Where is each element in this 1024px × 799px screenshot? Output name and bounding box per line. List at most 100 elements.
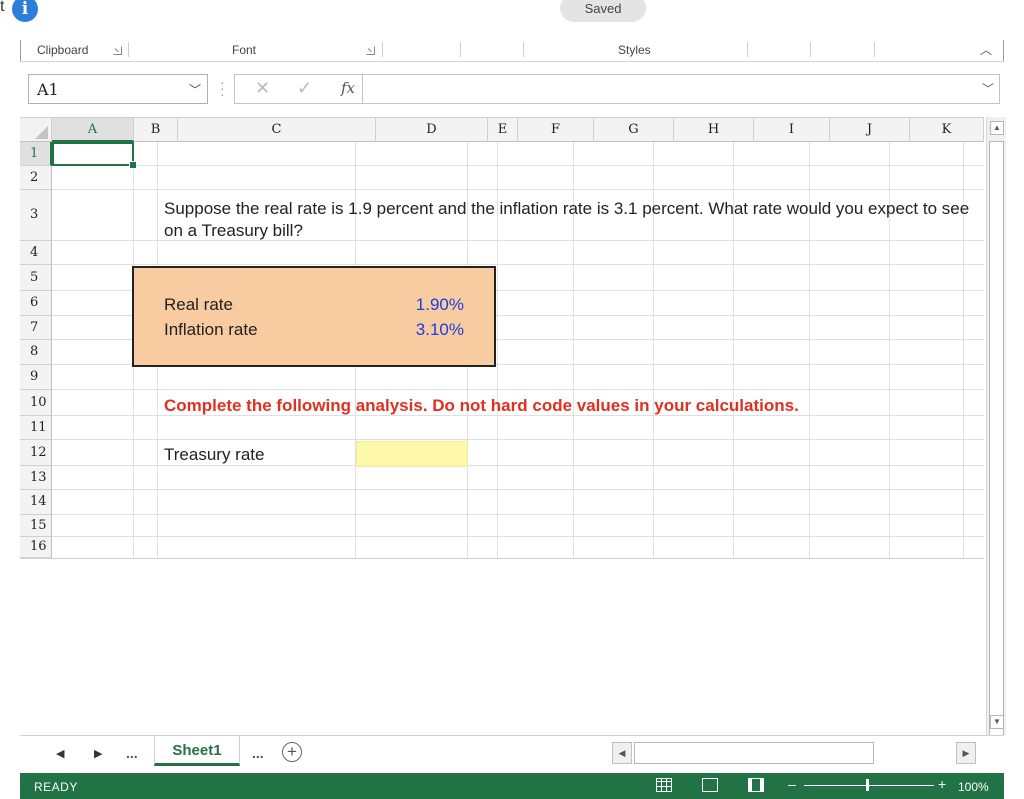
zoom-in-icon[interactable]: +	[938, 776, 946, 792]
ribbon-collapsed: Clipboard Font Styles ︿	[20, 40, 1004, 62]
scroll-left-icon[interactable]: ◀	[612, 742, 632, 764]
name-box[interactable]: A1 ﹀	[28, 74, 208, 104]
grid-line	[52, 389, 984, 390]
font-launcher-icon[interactable]	[366, 46, 375, 55]
enter-icon[interactable]: ✓	[297, 78, 312, 99]
input-panel	[132, 266, 496, 367]
ribbon-separator	[747, 42, 748, 57]
next-sheet-icon[interactable]: ▶	[94, 747, 102, 760]
row-header-4[interactable]: 4	[20, 241, 52, 265]
real-rate-value[interactable]: 1.90%	[384, 295, 464, 315]
scroll-right-icon[interactable]: ▶	[956, 742, 976, 764]
active-cell-a1[interactable]	[52, 142, 137, 169]
row-header-14[interactable]: 14	[20, 490, 52, 515]
column-header-d[interactable]: D	[376, 118, 488, 142]
empty-sheet-area	[20, 558, 984, 738]
column-headers: A B C D E F G H I J K	[20, 117, 984, 142]
column-header-g[interactable]: G	[594, 118, 674, 142]
column-header-h[interactable]: H	[674, 118, 754, 142]
more-sheets-right[interactable]: ...	[252, 745, 264, 761]
grid-line	[52, 514, 984, 515]
row-header-11[interactable]: 11	[20, 416, 52, 440]
column-header-c[interactable]: C	[178, 118, 376, 142]
grid-line	[52, 439, 984, 440]
column-header-i[interactable]: I	[754, 118, 830, 142]
instruction-text: Complete the following analysis. Do not …	[164, 396, 799, 415]
zoom-slider[interactable]	[804, 785, 934, 786]
zoom-level[interactable]: 100%	[958, 780, 989, 794]
status-bar: READY – + 100%	[20, 773, 1004, 799]
zoom-out-icon[interactable]: –	[788, 776, 796, 792]
formula-expand-icon[interactable]: ﹀	[982, 80, 994, 97]
info-icon[interactable]: i	[12, 0, 38, 22]
status-mode: READY	[34, 780, 78, 794]
normal-view-icon[interactable]	[656, 778, 672, 792]
row-header-13[interactable]: 13	[20, 466, 52, 490]
row-header-1[interactable]: 1	[20, 142, 52, 166]
column-header-k[interactable]: K	[910, 118, 984, 142]
row-header-3[interactable]: 3	[20, 190, 52, 241]
sheet-tab-bar: ◀ ▶ ... Sheet1 ... + ◀ ▶	[20, 735, 1004, 773]
add-sheet-icon[interactable]: +	[282, 742, 302, 762]
row-header-7[interactable]: 7	[20, 316, 52, 340]
question-text: Suppose the real rate is 1.9 percent and…	[164, 199, 970, 240]
clipboard-launcher-icon[interactable]	[113, 46, 122, 55]
real-rate-label: Real rate	[164, 295, 233, 314]
grid-line	[52, 465, 984, 466]
cancel-icon[interactable]: ✕	[255, 78, 270, 99]
row-header-8[interactable]: 8	[20, 340, 52, 365]
grid-line	[52, 264, 984, 265]
row-header-12[interactable]: 12	[20, 440, 52, 466]
previous-sheet-icon[interactable]: ◀	[56, 747, 64, 760]
ribbon-group-clipboard[interactable]: Clipboard	[37, 43, 88, 57]
vertical-scrollbar[interactable]: ▲ ▼	[986, 117, 1006, 737]
treasury-rate-label: Treasury rate	[164, 445, 265, 464]
ribbon-group-styles[interactable]: Styles	[618, 43, 651, 57]
insert-function-icon[interactable]: fx	[341, 79, 355, 97]
horizontal-scrollbar[interactable]: ◀ ▶	[612, 742, 984, 764]
name-box-value: A1	[37, 80, 59, 99]
formula-input[interactable]	[362, 74, 1000, 104]
page-break-view-icon[interactable]	[748, 778, 764, 792]
column-header-j[interactable]: J	[830, 118, 910, 142]
formula-buttons: ✕ ✓ fx	[234, 74, 374, 104]
row-header-6[interactable]: 6	[20, 291, 52, 316]
scroll-down-icon[interactable]: ▼	[990, 715, 1004, 729]
horizontal-scroll-thumb[interactable]	[634, 742, 874, 764]
ribbon-separator	[382, 42, 383, 57]
row-header-2[interactable]: 2	[20, 166, 52, 190]
chevron-down-icon[interactable]: ﹀	[189, 81, 201, 98]
row-header-10[interactable]: 10	[20, 390, 52, 416]
row-header-5[interactable]: 5	[20, 265, 52, 291]
page-layout-view-icon[interactable]	[702, 778, 718, 792]
inflation-rate-value[interactable]: 3.10%	[384, 320, 464, 340]
zoom-slider-thumb[interactable]	[866, 779, 869, 791]
ribbon-separator	[810, 42, 811, 57]
ribbon-group-font[interactable]: Font	[232, 43, 256, 57]
formula-bar-grip-icon[interactable]: · · ·	[220, 75, 225, 101]
sheet-tab-sheet1[interactable]: Sheet1	[154, 736, 240, 766]
grid-line	[52, 489, 984, 490]
vertical-scroll-thumb[interactable]	[989, 141, 1004, 737]
saved-status: Saved	[560, 0, 646, 22]
ribbon-separator	[874, 42, 875, 57]
column-header-a[interactable]: A	[52, 118, 134, 142]
ribbon-separator	[460, 42, 461, 57]
formula-bar: A1 ﹀ · · · ✕ ✓ fx ﹀	[20, 62, 1004, 118]
scroll-up-icon[interactable]: ▲	[990, 121, 1004, 135]
more-sheets-left[interactable]: ...	[126, 745, 138, 761]
column-header-b[interactable]: B	[134, 118, 178, 142]
top-left-text: t	[0, 0, 5, 15]
inflation-rate-label: Inflation rate	[164, 320, 258, 339]
row-header-16[interactable]: 16	[20, 537, 52, 558]
column-header-f[interactable]: F	[518, 118, 594, 142]
row-header-9[interactable]: 9	[20, 365, 52, 390]
select-all-corner[interactable]	[20, 118, 52, 142]
ribbon-separator	[128, 42, 129, 57]
grid-line	[52, 165, 984, 166]
ribbon-collapse-icon[interactable]: ︿	[980, 41, 992, 58]
column-header-e[interactable]: E	[488, 118, 518, 142]
ribbon-separator	[523, 42, 524, 57]
row-header-15[interactable]: 15	[20, 515, 52, 537]
treasury-rate-input[interactable]	[356, 441, 468, 467]
